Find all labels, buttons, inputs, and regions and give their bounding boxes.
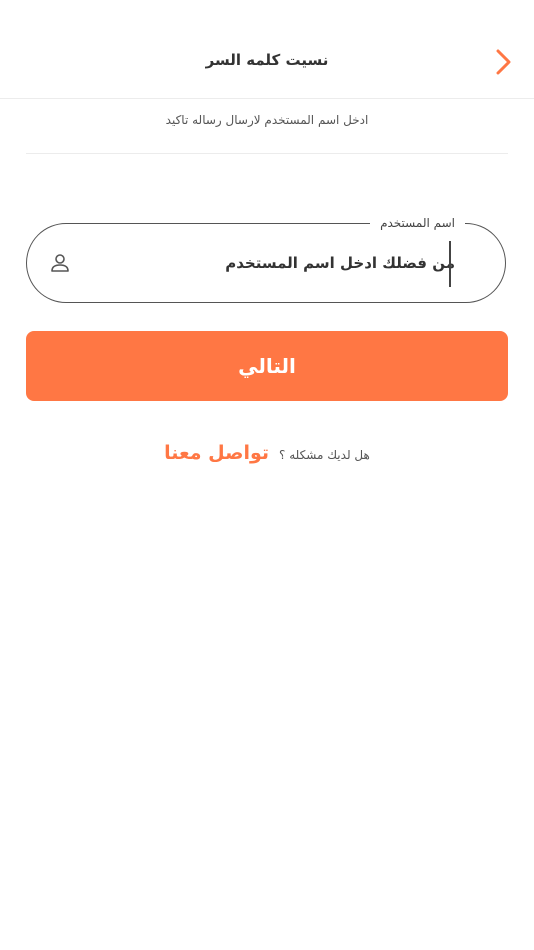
text-caret	[449, 241, 451, 287]
page-title: نسيت كلمه السر	[205, 51, 329, 69]
forgot-password-screen: نسيت كلمه السر ادخل اسم المستخدم لارسال …	[0, 0, 534, 950]
help-row: هل لديك مشكله ؟ تواصل معنا	[0, 442, 534, 464]
instruction-text: ادخل اسم المستخدم لارسال رساله تاكيد	[165, 113, 369, 127]
username-field[interactable]: اسم المستخدم	[26, 215, 506, 303]
help-question: هل لديك مشكله ؟	[279, 448, 370, 462]
back-button[interactable]	[486, 44, 520, 80]
next-button[interactable]: التالي	[26, 331, 508, 401]
username-input[interactable]	[87, 246, 455, 280]
chevron-right-icon	[496, 49, 511, 75]
divider	[26, 153, 508, 154]
user-icon	[51, 254, 69, 272]
username-label: اسم المستخدم	[370, 215, 465, 231]
header: نسيت كلمه السر	[0, 0, 534, 99]
contact-us-link[interactable]: تواصل معنا	[164, 442, 269, 464]
